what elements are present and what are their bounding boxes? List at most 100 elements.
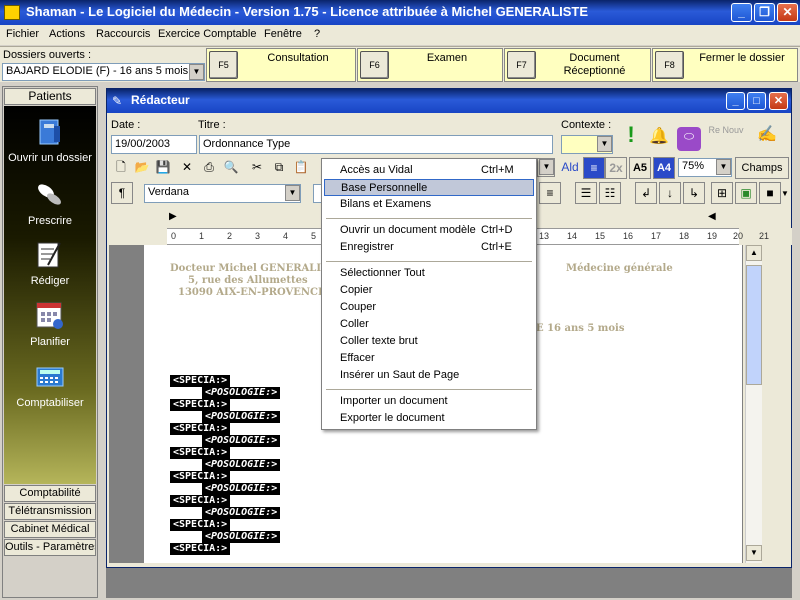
ald-button[interactable]: Ald	[559, 158, 581, 178]
outdent-icon[interactable]: ↳	[683, 182, 705, 204]
chevron-down-icon[interactable]: ▼	[285, 185, 300, 201]
vertical-scrollbar[interactable]: ▲ ▼	[745, 245, 762, 563]
document-receptionne-button[interactable]: F7 Document Réceptionné	[504, 48, 651, 82]
numbered-list-icon[interactable]: ☰	[575, 182, 597, 204]
chevron-down-icon[interactable]: ▼	[189, 64, 204, 80]
menu-help[interactable]: ?	[314, 28, 320, 40]
left-margin-marker[interactable]: ▶	[169, 211, 177, 222]
ctx-couper[interactable]: Couper	[324, 299, 534, 316]
ctx-bilans-examens[interactable]: Bilans et Examens	[324, 196, 534, 213]
dossier-select[interactable]: BAJARD ELODIE (F) - 16 ans 5 mois - N ▼	[2, 63, 205, 81]
a4-format-button[interactable]: A4	[653, 157, 675, 179]
ctx-selectionner-tout[interactable]: Sélectionner Tout	[324, 265, 534, 282]
redacteur-close-button[interactable]: ✕	[769, 92, 788, 110]
sidebar-patients-tab[interactable]: Patients	[4, 88, 96, 105]
ruler-tick: 17	[651, 231, 662, 241]
menu-raccourcis[interactable]: Raccourcis	[96, 28, 150, 40]
close-button[interactable]: ✕	[777, 3, 798, 22]
sidebar-tab-comptabilite[interactable]: Comptabilité	[4, 485, 96, 502]
fermer-dossier-button[interactable]: F8 Fermer le dossier	[652, 48, 798, 82]
indent-down-icon[interactable]: ↓	[659, 182, 681, 204]
chevron-down-icon[interactable]: ▼	[539, 159, 554, 175]
text-format-icon[interactable]: ≡	[583, 157, 605, 179]
ctx-exporter-document[interactable]: Exporter le document	[324, 410, 534, 427]
examen-label: Examen	[426, 52, 468, 64]
menu-actions[interactable]: Actions	[49, 28, 85, 40]
ctx-ouvrir-document-modele[interactable]: Ouvrir un document modèle Ctrl+D	[324, 222, 534, 239]
ctx-coller[interactable]: Coller	[324, 316, 534, 333]
redacteur-minimize-button[interactable]: _	[726, 92, 745, 110]
save-icon[interactable]: 💾	[153, 158, 173, 178]
menu-separator	[326, 389, 532, 390]
restore-button[interactable]: ❐	[754, 3, 775, 22]
new-document-icon[interactable]: 🗋	[111, 158, 131, 178]
capsule-icon[interactable]: ⬭	[677, 127, 701, 151]
chevron-down-icon[interactable]: ▼	[597, 136, 612, 152]
examen-button[interactable]: F6 Examen	[357, 48, 503, 82]
open-folder-icon[interactable]: 📂	[132, 158, 152, 178]
a5-format-button[interactable]: A5	[629, 157, 651, 179]
delete-icon[interactable]: ✕	[177, 158, 197, 178]
sidebar-item-planifier[interactable]: Planifier	[4, 300, 96, 348]
sidebar-tab-outils-parametres[interactable]: Outils - Paramètres	[4, 539, 96, 556]
paste-icon[interactable]: 📋	[291, 158, 311, 178]
minimize-button[interactable]: _	[731, 3, 752, 22]
font-select[interactable]: Verdana ▼	[144, 184, 301, 203]
ctx-label: Insérer un Saut de Page	[340, 369, 460, 381]
titre-field[interactable]: Ordonnance Type	[199, 135, 553, 154]
image-icon[interactable]: ▣	[735, 182, 757, 204]
align-right-icon[interactable]: ≡	[539, 182, 561, 204]
exclamation-icon[interactable]: !	[619, 124, 643, 153]
print-icon[interactable]: ⎙	[199, 158, 219, 178]
bullet-list-icon[interactable]: ☷	[599, 182, 621, 204]
doctor-address-line2: 13090 AIX-EN-PROVENCE	[178, 287, 326, 298]
menu-exercice-comptable[interactable]: Exercice Comptable	[158, 28, 256, 40]
toolbar-dropdown[interactable]: ▼	[537, 158, 555, 177]
consultation-button[interactable]: F5 Consultation	[206, 48, 356, 82]
writing-icon[interactable]: ✍	[751, 125, 783, 153]
right-margin-marker[interactable]: ◀	[708, 211, 716, 222]
bell-icon[interactable]: 🔔	[647, 127, 671, 151]
table-icon[interactable]: ⊞	[711, 182, 733, 204]
sidebar-tab-cabinet-medical[interactable]: Cabinet Médical	[4, 521, 96, 538]
ctx-enregistrer[interactable]: Enregistrer Ctrl+E	[324, 239, 534, 256]
contexte-select[interactable]: ▼	[561, 135, 613, 154]
menu-fenetre[interactable]: Fenêtre	[264, 28, 302, 40]
sidebar-item-ouvrir-dossier[interactable]: Ouvrir un dossier	[4, 116, 96, 164]
window-title: Shaman - Le Logiciel du Médecin - Versio…	[26, 4, 589, 19]
paragraph-icon[interactable]: ¶	[111, 182, 133, 204]
redacteur-maximize-button[interactable]: □	[747, 92, 766, 110]
redacteur-title-bar: ✎ Rédacteur _ □ ✕	[107, 89, 791, 113]
ctx-base-personnelle[interactable]: Base Personnelle	[324, 179, 534, 196]
chevron-down-icon[interactable]: ▼	[716, 159, 731, 175]
cut-icon[interactable]: ✂	[247, 158, 267, 178]
sidebar-item-rediger[interactable]: Rédiger	[4, 239, 96, 287]
copy-icon[interactable]: ⧉	[269, 158, 289, 178]
indent-icon[interactable]: ↲	[635, 182, 657, 204]
print-preview-icon[interactable]: 🔍	[221, 158, 241, 178]
ctx-copier[interactable]: Copier	[324, 282, 534, 299]
ctx-coller-texte-brut[interactable]: Coller texte brut	[324, 333, 534, 350]
ctx-importer-document[interactable]: Importer un document	[324, 393, 534, 410]
sidebar-item-prescrire[interactable]: Prescrire	[4, 179, 96, 227]
scroll-thumb[interactable]	[746, 265, 762, 385]
double-button[interactable]: 2x	[605, 157, 627, 179]
ctx-inserer-saut-page[interactable]: Insérer un Saut de Page	[324, 367, 534, 384]
ctx-label: Accès au Vidal	[340, 164, 413, 176]
scroll-down-button[interactable]: ▼	[746, 545, 762, 561]
date-field[interactable]: 19/00/2003	[111, 135, 197, 154]
zoom-select[interactable]: 75% ▼	[678, 158, 732, 177]
specia-tag: <SPECIA:>	[170, 519, 231, 531]
scroll-up-button[interactable]: ▲	[746, 245, 762, 261]
champs-button[interactable]: Champs	[735, 157, 789, 179]
color-icon[interactable]: ■	[759, 182, 781, 204]
menu-fichier[interactable]: Fichier	[6, 28, 39, 40]
font-value: Verdana	[148, 186, 189, 198]
ctx-label: Enregistrer	[340, 241, 394, 253]
sidebar-tab-teletransmission[interactable]: Télétransmission	[4, 503, 96, 520]
ctx-effacer[interactable]: Effacer	[324, 350, 534, 367]
renouv-button[interactable]: Re Nouv	[707, 125, 745, 151]
sidebar-item-comptabiliser[interactable]: Comptabiliser	[4, 361, 96, 409]
ctx-acces-vidal[interactable]: Accès au Vidal Ctrl+M	[324, 162, 534, 179]
chevron-down-icon[interactable]: ▼	[779, 184, 791, 204]
